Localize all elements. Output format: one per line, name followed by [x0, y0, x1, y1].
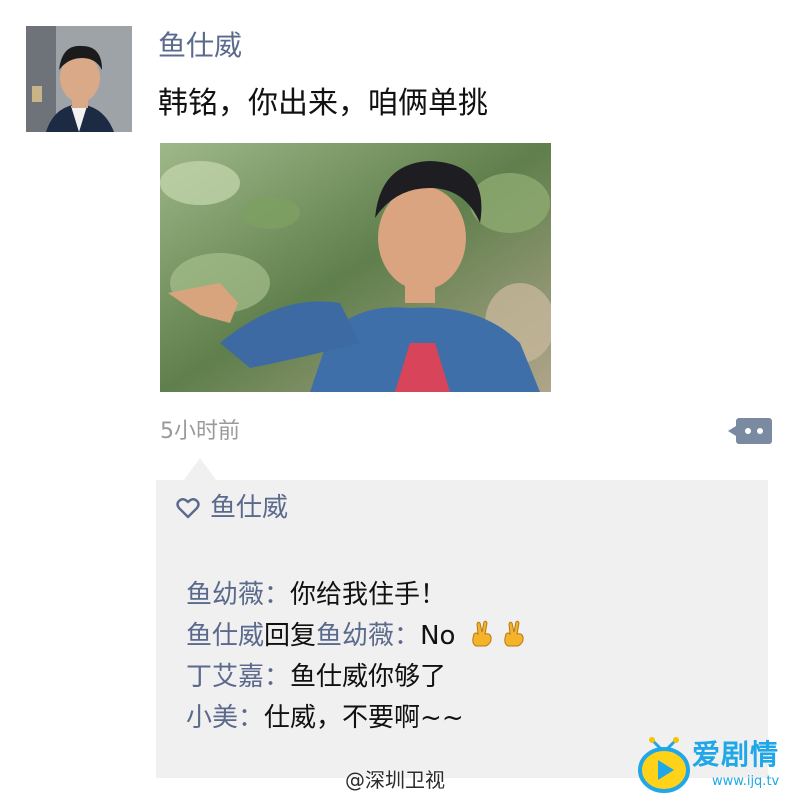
comment-nickname[interactable]: 鱼仕威 [186, 621, 264, 651]
avatar-photo [26, 26, 132, 132]
likes-row: 鱼仕威 [176, 490, 288, 526]
comment-nickname[interactable]: 丁艾嘉 [186, 662, 264, 692]
comment-item[interactable]: 鱼幼薇：你给我住手！ [186, 575, 528, 616]
site-logo-text: 爱剧情 [692, 738, 780, 771]
comment-text: 仕威，不要啊~~ [264, 703, 464, 733]
dot-icon [745, 428, 751, 434]
comment-text: 鱼仕威你够了 [290, 662, 447, 692]
victory-hand-emoji-icon [504, 620, 524, 647]
comment-separator: ： [264, 662, 291, 692]
comment-list: 鱼幼薇：你给我住手！ 鱼仕威回复鱼幼薇：No 丁艾嘉：鱼仕威你够了 小美：仕威，… [186, 575, 528, 739]
reply-word: 回复 [264, 621, 317, 651]
author-avatar[interactable] [26, 26, 132, 132]
post-photo [160, 143, 551, 392]
comment-text: No [420, 621, 456, 651]
button-pointer [728, 426, 736, 436]
comment-text: 你给我住手！ [290, 580, 447, 610]
site-logo-url: www.ijq.tv [712, 774, 780, 789]
comment-caret [184, 458, 216, 480]
reply-to-nickname[interactable]: 鱼幼薇 [316, 621, 394, 651]
comment-separator: ： [264, 580, 291, 610]
like-user-name[interactable]: 鱼仕威 [210, 490, 288, 526]
author-name[interactable]: 鱼仕威 [158, 26, 242, 66]
comment-menu-button[interactable] [728, 418, 772, 444]
comment-separator: ： [238, 703, 265, 733]
comment-item[interactable]: 鱼仕威回复鱼幼薇：No [186, 616, 528, 657]
dot-icon [757, 428, 763, 434]
post-image[interactable] [160, 143, 551, 392]
heart-icon [176, 498, 200, 519]
comment-separator: ： [394, 621, 421, 651]
post-text: 韩铭，你出来，咱俩单挑 [158, 86, 488, 121]
comment-nickname[interactable]: 小美 [186, 703, 238, 733]
comment-nickname[interactable]: 鱼幼薇 [186, 580, 264, 610]
comment-item[interactable]: 丁艾嘉：鱼仕威你够了 [186, 657, 528, 698]
post-timestamp: 5小时前 [160, 419, 240, 444]
comment-item[interactable]: 小美：仕威，不要啊~~ [186, 698, 528, 739]
victory-hand-emoji-icon [472, 620, 492, 647]
weibo-watermark: @深圳卫视 [345, 768, 445, 792]
